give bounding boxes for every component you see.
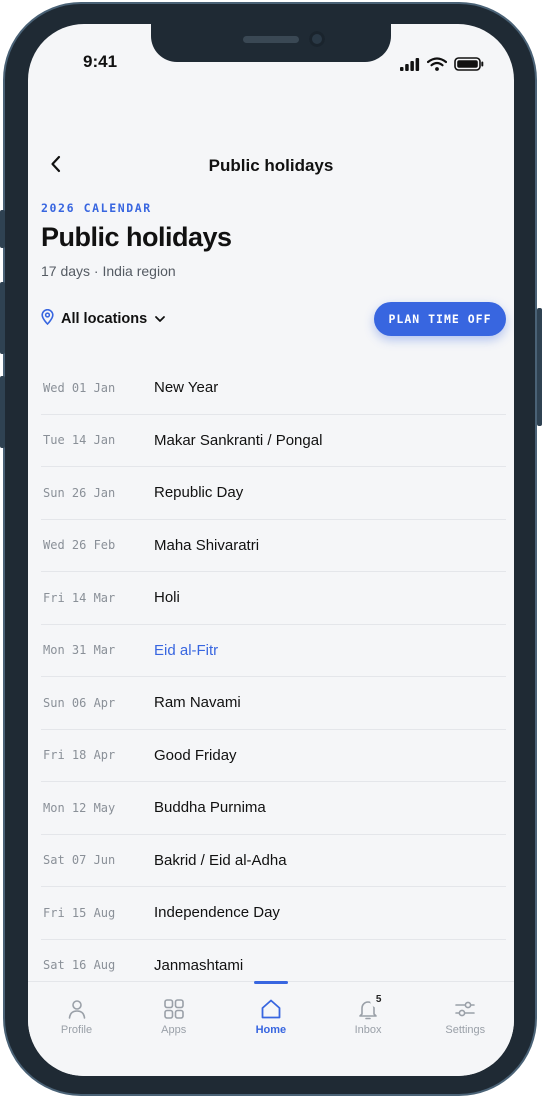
holiday-row[interactable]: Wed 01 Jan New Year (41, 362, 506, 415)
plan-time-off-button[interactable]: PLAN TIME OFF (374, 302, 506, 336)
grid-icon (162, 997, 186, 1021)
holiday-row[interactable]: Tue 14 Jan Makar Sankranti / Pongal (41, 415, 506, 467)
calendar-year-label: 2026 CALENDAR (41, 201, 152, 215)
holiday-date: Fri 18 Apr (43, 748, 116, 763)
active-tab-indicator (253, 981, 288, 984)
holiday-name: Buddha Purnima (154, 799, 266, 817)
page-title: Public holidays (41, 222, 232, 252)
holiday-date: Fri 15 Aug (43, 905, 116, 920)
holiday-date: Sat 16 Aug (43, 958, 116, 973)
person-icon (65, 997, 89, 1021)
holiday-row[interactable]: Sun 26 Jan Republic Day (41, 467, 506, 520)
holiday-name: Eid al-Fitr (154, 641, 219, 659)
front-camera (309, 31, 325, 47)
tab-inbox[interactable]: 5 Inbox (320, 982, 417, 1052)
home-icon (259, 997, 283, 1021)
holiday-name: Bakrid / Eid al-Adha (154, 851, 287, 869)
chevron-down-icon (154, 310, 166, 328)
holiday-date: Wed 01 Jan (43, 380, 116, 395)
bell-icon: 5 (356, 991, 388, 1021)
tab-apps[interactable]: Apps (125, 982, 222, 1052)
holiday-row[interactable]: Sun 06 Apr Ram Navami (41, 677, 506, 730)
holiday-date: Sat 07 Jun (43, 853, 116, 868)
status-icons (400, 57, 484, 76)
side-button-power (537, 308, 542, 426)
tab-label: Inbox (354, 1024, 382, 1036)
holiday-date: Fri 14 Mar (43, 590, 116, 605)
tab-label: Settings (445, 1024, 486, 1036)
side-button-mute (0, 210, 5, 248)
holiday-name: Independence Day (154, 904, 280, 922)
nav-title: Public holidays (208, 156, 334, 175)
notch (151, 24, 391, 62)
holiday-row[interactable]: Mon 31 Mar Eid al-Fitr (41, 625, 506, 677)
holiday-date: Sun 06 Apr (43, 695, 116, 710)
holiday-date: Mon 12 May (43, 800, 116, 815)
holiday-row[interactable]: Wed 26 Feb Maha Shivaratri (41, 520, 506, 572)
holiday-date: Sun 26 Jan (43, 485, 116, 500)
tab-home[interactable]: Home (222, 981, 319, 1052)
holiday-date: Mon 31 Mar (43, 643, 116, 658)
nav-bar: Public holidays (28, 150, 514, 184)
holiday-row[interactable]: Fri 15 Aug Independence Day (41, 887, 506, 940)
battery-icon (454, 57, 484, 76)
holiday-name: Makar Sankranti / Pongal (154, 431, 323, 449)
holiday-row[interactable]: Fri 14 Mar Holi (41, 572, 506, 625)
wifi-icon (426, 57, 448, 76)
holiday-name: Republic Day (154, 484, 244, 502)
location-filter-label: All locations (61, 311, 148, 327)
tab-label: Home (255, 1024, 287, 1036)
holiday-name: Maha Shivaratri (154, 536, 260, 554)
holiday-name: Good Friday (154, 746, 237, 764)
holiday-row[interactable]: Sat 07 Jun Bakrid / Eid al-Adha (41, 835, 506, 887)
holiday-name: Holi (154, 589, 180, 607)
side-button-volume-down (0, 376, 5, 448)
sliders-icon (453, 997, 477, 1021)
holiday-list: Wed 01 Jan New Year Tue 14 Jan Makar Sankra… (41, 362, 506, 992)
holiday-row[interactable]: Mon 12 May Buddha Purnima (41, 782, 506, 835)
location-pin-icon (41, 308, 54, 330)
inbox-badge: 5 (370, 991, 388, 1008)
holiday-date: Wed 26 Feb (43, 538, 116, 553)
holiday-name: Ram Navami (154, 694, 241, 712)
side-button-volume-up (0, 282, 5, 354)
tab-label: Profile (60, 1024, 93, 1036)
tab-settings[interactable]: Settings (417, 982, 514, 1052)
holiday-name: New Year (154, 379, 219, 397)
speaker (243, 36, 299, 43)
holiday-name: Janmashtami (154, 956, 244, 974)
holiday-date: Tue 14 Jan (43, 433, 116, 448)
screen: 9:41 Public holidays 2026 CALENDAR Publi… (28, 24, 514, 1076)
page-subtitle: 17 days · India region (41, 263, 176, 279)
signal-icon (400, 57, 420, 76)
tab-label: Apps (161, 1024, 187, 1036)
location-filter[interactable]: All locations (41, 308, 166, 330)
status-time: 9:41 (83, 52, 118, 71)
tab-bar: Profile Apps Home 5 Inbox Settings (28, 981, 514, 1076)
tab-profile[interactable]: Profile (28, 982, 125, 1052)
holiday-row[interactable]: Fri 18 Apr Good Friday (41, 730, 506, 782)
